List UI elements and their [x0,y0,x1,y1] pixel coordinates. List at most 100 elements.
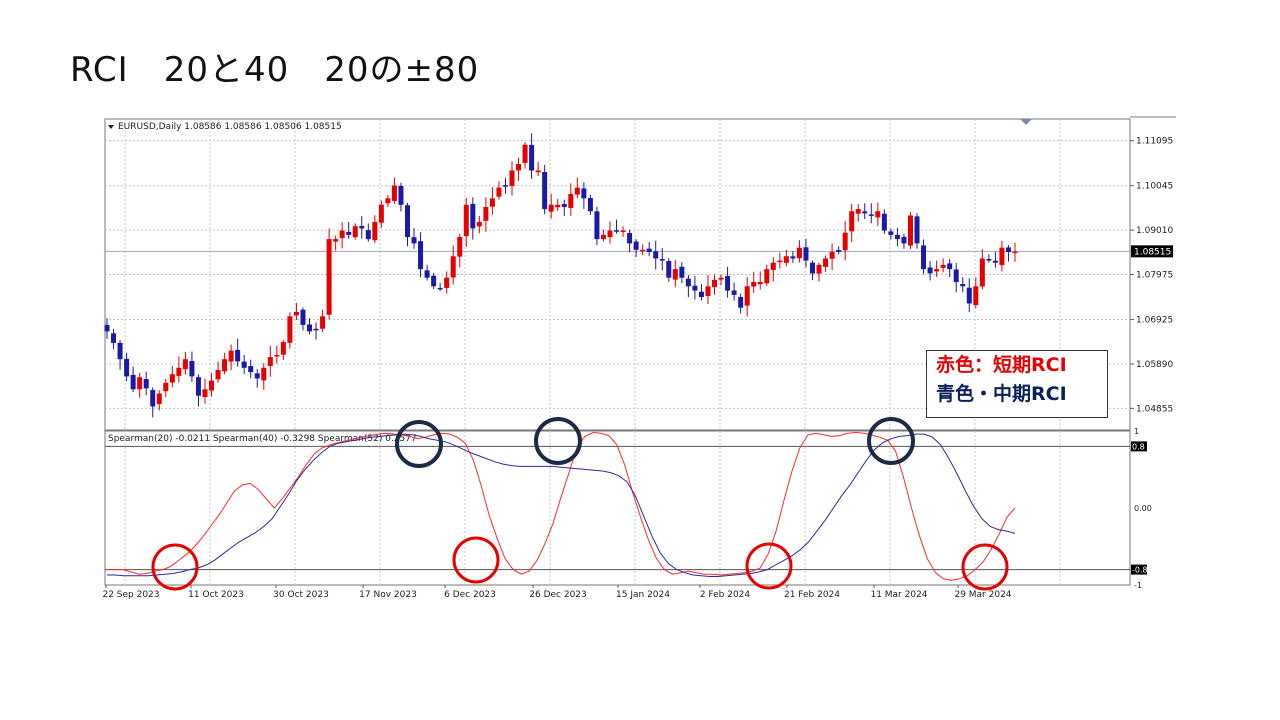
candle-up [274,354,280,357]
candle-up [333,239,339,242]
candle-up [463,204,469,237]
candle-up [640,249,646,252]
candle-up [176,367,182,376]
candle-up [280,342,286,355]
candle-up [202,389,208,398]
candle-down [248,366,254,373]
candle-up [823,258,829,267]
candle-up [849,211,855,232]
candle-up [444,277,450,288]
candle-down [117,342,123,360]
x-tick-label: 26 Dec 2023 [529,590,587,600]
rci-tick-label: -0.8 [1132,566,1148,575]
rci-short-line [107,431,1016,581]
candle-up [222,359,228,372]
candle-down [594,211,600,240]
candle-up [620,230,626,233]
candle-up [555,204,561,208]
candle-down [836,250,842,252]
price-tick-label: 1.10045 [1136,182,1173,192]
candle-up [744,286,750,306]
candle-down [725,276,731,291]
candle-up [489,198,495,207]
candle-down [809,262,815,274]
candle-down [685,278,691,287]
candle-up [516,164,522,171]
candle-down [653,251,659,259]
candle-down [659,259,665,261]
candle-down [424,270,430,278]
price-tick-label: 1.11095 [1136,137,1173,147]
price-tick-label: 1.07975 [1136,271,1173,281]
candle-down [130,374,136,390]
candle-down [901,236,907,244]
x-tick-label: 30 Oct 2023 [273,590,329,600]
candle-up [934,269,940,272]
candle-up [600,234,606,240]
candle-up [907,215,913,246]
candle-down [470,203,476,229]
price-tick-label: 1.04855 [1136,404,1173,414]
candle-down [947,263,953,270]
candle-down [241,361,247,368]
candle-up [287,316,293,343]
candle-down [966,287,972,304]
candle-down [692,285,698,291]
rci-mid-line [107,433,1016,577]
candle-down [888,231,894,235]
candle-up [796,247,802,259]
candle-down [581,188,587,199]
candle-down [868,214,874,216]
candle-down [679,266,685,278]
candle-down [803,247,809,261]
candle-up [496,187,502,197]
candle-down [627,232,633,244]
candle-up [718,277,724,280]
x-tick-label: 17 Nov 2023 [359,590,417,600]
candle-up [156,393,162,404]
candle-down [104,324,110,332]
candle-down [195,377,201,396]
candle-up [320,316,326,329]
candle-up [999,247,1005,266]
candle-down [359,226,365,229]
candle-up [829,251,835,259]
candle-down [150,390,156,407]
candle-down [992,260,998,263]
candle-down [124,358,130,377]
candle-down [914,216,920,244]
rci-tick-label: -1 [1134,581,1142,590]
candle-down [881,213,887,231]
candle-up [267,357,273,366]
rci-tick-label: 0.00 [1134,504,1152,513]
candle-up [1012,251,1018,254]
candle-down [437,287,443,290]
price-tick-label: 1.06925 [1136,316,1173,326]
candle-up [940,264,946,268]
candle-up [548,204,554,212]
peak-highlight-circle [534,417,582,465]
candle-up [261,367,267,381]
candle-down [633,241,639,250]
candle-up [457,236,463,257]
x-tick-label: 6 Dec 2023 [444,590,496,600]
candle-up [764,269,770,284]
candle-down [986,258,992,261]
candle-up [777,260,783,263]
candle-up [483,206,489,221]
candle-down [404,205,410,237]
candle-up [182,359,188,370]
candle-down [346,231,352,235]
candle-down [614,230,620,232]
candle-down [561,203,567,207]
candle-down [111,333,117,343]
candle-up [209,380,215,391]
candle-up [522,144,528,163]
peak-highlight-circle [867,417,915,465]
candle-down [398,185,404,205]
candle-down [189,361,195,377]
candle-up [228,350,234,362]
price-header: EURUSD,Daily 1.08586 1.08586 1.08506 1.0… [118,122,342,132]
candle-down [313,328,319,331]
candle-up [770,262,776,270]
